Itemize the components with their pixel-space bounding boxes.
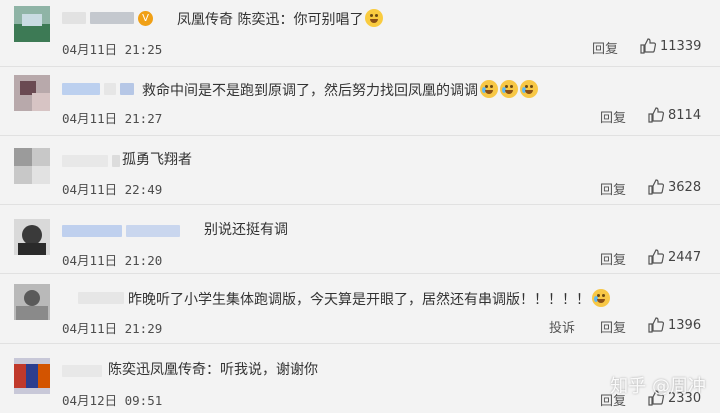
comment-item: 别说还挺有调 04月11日 21:20 回复 2447 — [0, 205, 720, 269]
comment-text: 凤凰传奇 陈奕迅：你可别唱了 — [177, 9, 384, 29]
comment-item: V 凤凰传奇 陈奕迅：你可别唱了 04月11日 21:25 回复 11339 — [0, 0, 720, 62]
username-blurred[interactable]: V — [62, 10, 153, 26]
like-count: 11339 — [660, 38, 702, 54]
reply-button[interactable]: 回复 — [600, 317, 626, 336]
reply-button[interactable]: 回复 — [592, 38, 618, 57]
crying-laughing-face-icon — [520, 80, 538, 98]
like-count: 8114 — [668, 107, 702, 123]
laughing-tears-face-icon — [592, 289, 610, 307]
comment-time: 04月11日 21:25 — [62, 42, 163, 57]
zhihu-watermark: 知乎 @周冲 — [610, 376, 706, 397]
reply-button[interactable]: 回复 — [600, 179, 626, 198]
comment-item: 孤勇飞翔者 04月11日 22:49 回复 3628 — [0, 136, 720, 200]
comment-item: 救命中间是不是跑到原调了，然后努力找回凤凰的调调 04月11日 21:27 回复… — [0, 67, 720, 131]
thumbs-up-icon — [648, 249, 664, 265]
username-blurred[interactable] — [62, 154, 120, 168]
like-count: 3628 — [668, 179, 702, 195]
comment-text: 救命中间是不是跑到原调了，然后努力找回凤凰的调调 — [142, 80, 538, 100]
verified-badge-icon: V — [138, 10, 153, 26]
comment-text: 别说还挺有调 — [204, 222, 288, 238]
thumbs-up-icon — [648, 317, 664, 333]
reply-button[interactable]: 回复 — [600, 107, 626, 126]
username-blurred[interactable] — [62, 82, 134, 96]
comment-time: 04月11日 21:29 — [62, 321, 163, 336]
crying-laughing-face-icon — [500, 80, 518, 98]
like-button[interactable]: 8114 — [648, 107, 701, 123]
thumbs-up-icon — [648, 179, 664, 195]
avatar[interactable] — [14, 358, 50, 394]
comment-text: 孤勇飞翔者 — [122, 152, 192, 168]
avatar[interactable] — [14, 148, 50, 184]
comment-text: 陈奕迅凤凰传奇：听我说，谢谢你 — [108, 362, 318, 378]
avatar[interactable] — [14, 6, 50, 42]
report-button[interactable]: 投诉 — [549, 317, 575, 336]
dog-face-icon — [365, 9, 384, 27]
like-button[interactable]: 2447 — [648, 249, 701, 265]
comment-time: 04月11日 22:49 — [62, 182, 163, 197]
like-button[interactable]: 1396 — [648, 317, 701, 333]
thumbs-up-icon — [640, 38, 656, 54]
like-count: 1396 — [668, 317, 702, 333]
thumbs-up-icon — [648, 107, 664, 123]
like-button[interactable]: 11339 — [640, 38, 701, 54]
crying-laughing-face-icon — [480, 80, 498, 98]
comment-item: 昨晚听了小学生集体跑调版，今天算是开眼了，居然还有串调版！！！！！ 04月11日… — [0, 274, 720, 340]
username-blurred[interactable] — [62, 364, 102, 378]
username-blurred[interactable] — [62, 224, 180, 238]
avatar[interactable] — [14, 75, 50, 111]
like-count: 2447 — [668, 249, 702, 265]
comment-time: 04月12日 09:51 — [62, 393, 163, 408]
like-button[interactable]: 3628 — [648, 179, 701, 195]
comment-time: 04月11日 21:20 — [62, 253, 163, 268]
comment-text: 昨晚听了小学生集体跑调版，今天算是开眼了，居然还有串调版！！！！！ — [128, 289, 610, 309]
reply-button[interactable]: 回复 — [600, 249, 626, 268]
avatar[interactable] — [14, 219, 50, 255]
username-blurred[interactable] — [78, 291, 124, 305]
comment-time: 04月11日 21:27 — [62, 111, 163, 126]
avatar[interactable] — [14, 284, 50, 320]
